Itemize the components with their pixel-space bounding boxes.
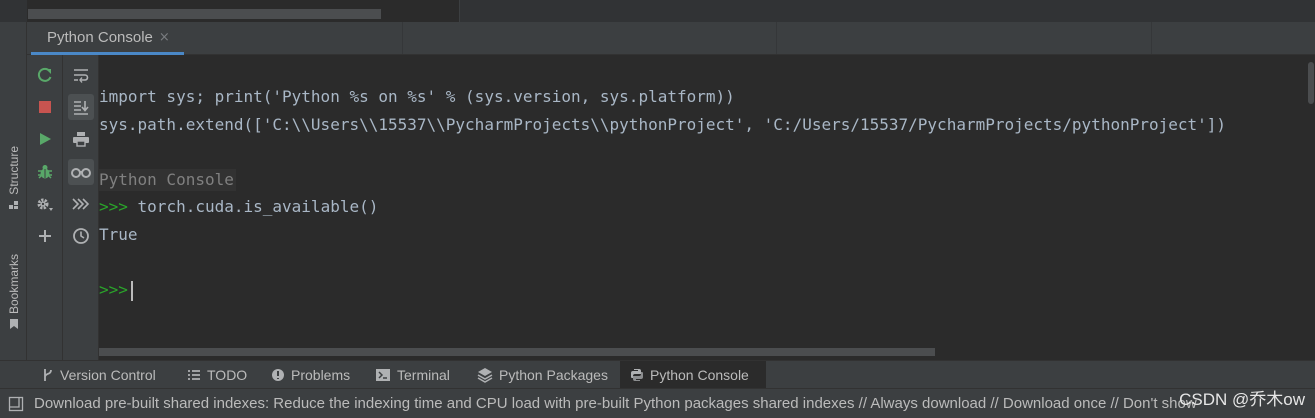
history-icon [73,228,89,244]
settings-icon [37,198,53,211]
tab-python-console[interactable]: Python Console × [31,22,184,55]
add-button[interactable] [32,223,58,249]
add-icon [39,230,51,242]
header-divider [776,22,777,54]
tab-problems[interactable]: Problems [261,361,360,389]
python-icon [631,369,643,381]
soft-wrap-button[interactable] [68,62,94,88]
bookmarks-tab-label: Bookmarks [6,254,21,315]
debug-button[interactable] [32,159,58,185]
bookmarks-tool-tab[interactable]: Bookmarks [3,254,24,330]
execute-icon [72,198,90,210]
branch-icon [44,369,52,381]
console-vertical-scroll-thumb[interactable] [1308,62,1314,104]
run-icon [40,133,51,145]
console-line: sys.path.extend(['C:\\Users\\15537\\Pych… [99,115,1227,134]
tab-todo-label: TODO [207,367,248,383]
tab-python-packages[interactable]: Python Packages [467,361,618,389]
bottom-tool-bar: Version Control TODO Problems Terminal P… [0,360,1315,389]
editor-top-strip [0,0,1315,22]
bookmark-icon [9,319,18,330]
tab-terminal[interactable]: Terminal [365,361,460,389]
csdn-watermark: CSDN @乔木ow [1179,390,1305,409]
list-icon [188,370,200,380]
tab-problems-label: Problems [291,367,351,383]
run-toolbar [27,55,63,360]
console-output[interactable]: import sys; print('Python %s on %s' % (s… [99,55,1307,347]
run-button[interactable] [32,126,58,152]
status-message[interactable]: Download pre-built shared indexes: Reduc… [34,395,1197,412]
console-command: torch.cuda.is_available() [127,197,379,216]
status-bar: Download pre-built shared indexes: Reduc… [0,388,1315,418]
tool-windows-icon[interactable] [8,396,24,412]
console-result: True [99,225,138,244]
settings-button[interactable] [32,191,58,217]
tab-todo[interactable]: TODO [177,361,257,389]
history-button[interactable] [68,223,94,249]
rerun-button[interactable] [32,62,58,88]
structure-tab-label: Structure [6,146,21,195]
rerun-icon [37,67,52,82]
execute-button[interactable] [68,191,94,217]
tab-version-control-label: Version Control [60,367,156,383]
show-variables-button[interactable] [68,159,94,185]
stop-icon [39,101,51,113]
tab-version-control[interactable]: Version Control [32,361,166,389]
soft-wrap-icon [74,69,89,83]
console-control-toolbar [63,55,99,360]
structure-icon [8,200,18,209]
text-caret [130,280,133,301]
debug-icon [38,165,52,179]
scroll-to-end-button[interactable] [68,94,94,120]
console-horizontal-scroll-thumb[interactable] [99,348,935,356]
editor-horizontal-scrollbar[interactable] [28,9,381,19]
print-button[interactable] [68,126,94,152]
console-input-line: >>> torch.cuda.is_available() [99,196,378,218]
tab-python-console-bottom-label: Python Console [650,367,749,383]
show-variables-icon [71,168,91,178]
tab-python-console-label: Python Console [47,28,153,46]
scroll-to-end-icon [74,101,89,115]
console-prompt: >>> [99,197,128,216]
top-strip-panel [460,0,1315,22]
structure-tool-tab[interactable]: Structure [3,146,24,211]
stop-button[interactable] [32,94,58,120]
header-divider [1151,22,1152,54]
warning-icon [272,369,284,381]
tab-python-packages-label: Python Packages [499,367,608,383]
print-icon [73,132,89,147]
tool-window-header: Python Console × [27,22,1315,55]
console-banner: Python Console [99,169,236,191]
layers-icon [477,368,493,383]
console-prompt: >>> [99,280,128,299]
close-icon[interactable]: × [159,30,170,45]
top-strip-margin [0,0,27,22]
tab-python-console-bottom[interactable]: Python Console [620,361,766,389]
terminal-icon [376,369,390,381]
tab-terminal-label: Terminal [397,367,450,383]
header-divider [402,22,403,54]
left-tool-stripe: Structure Bookmarks [0,22,27,360]
console-active-input[interactable]: >>> [99,279,133,301]
console-line: import sys; print('Python %s on %s' % (s… [99,87,735,106]
